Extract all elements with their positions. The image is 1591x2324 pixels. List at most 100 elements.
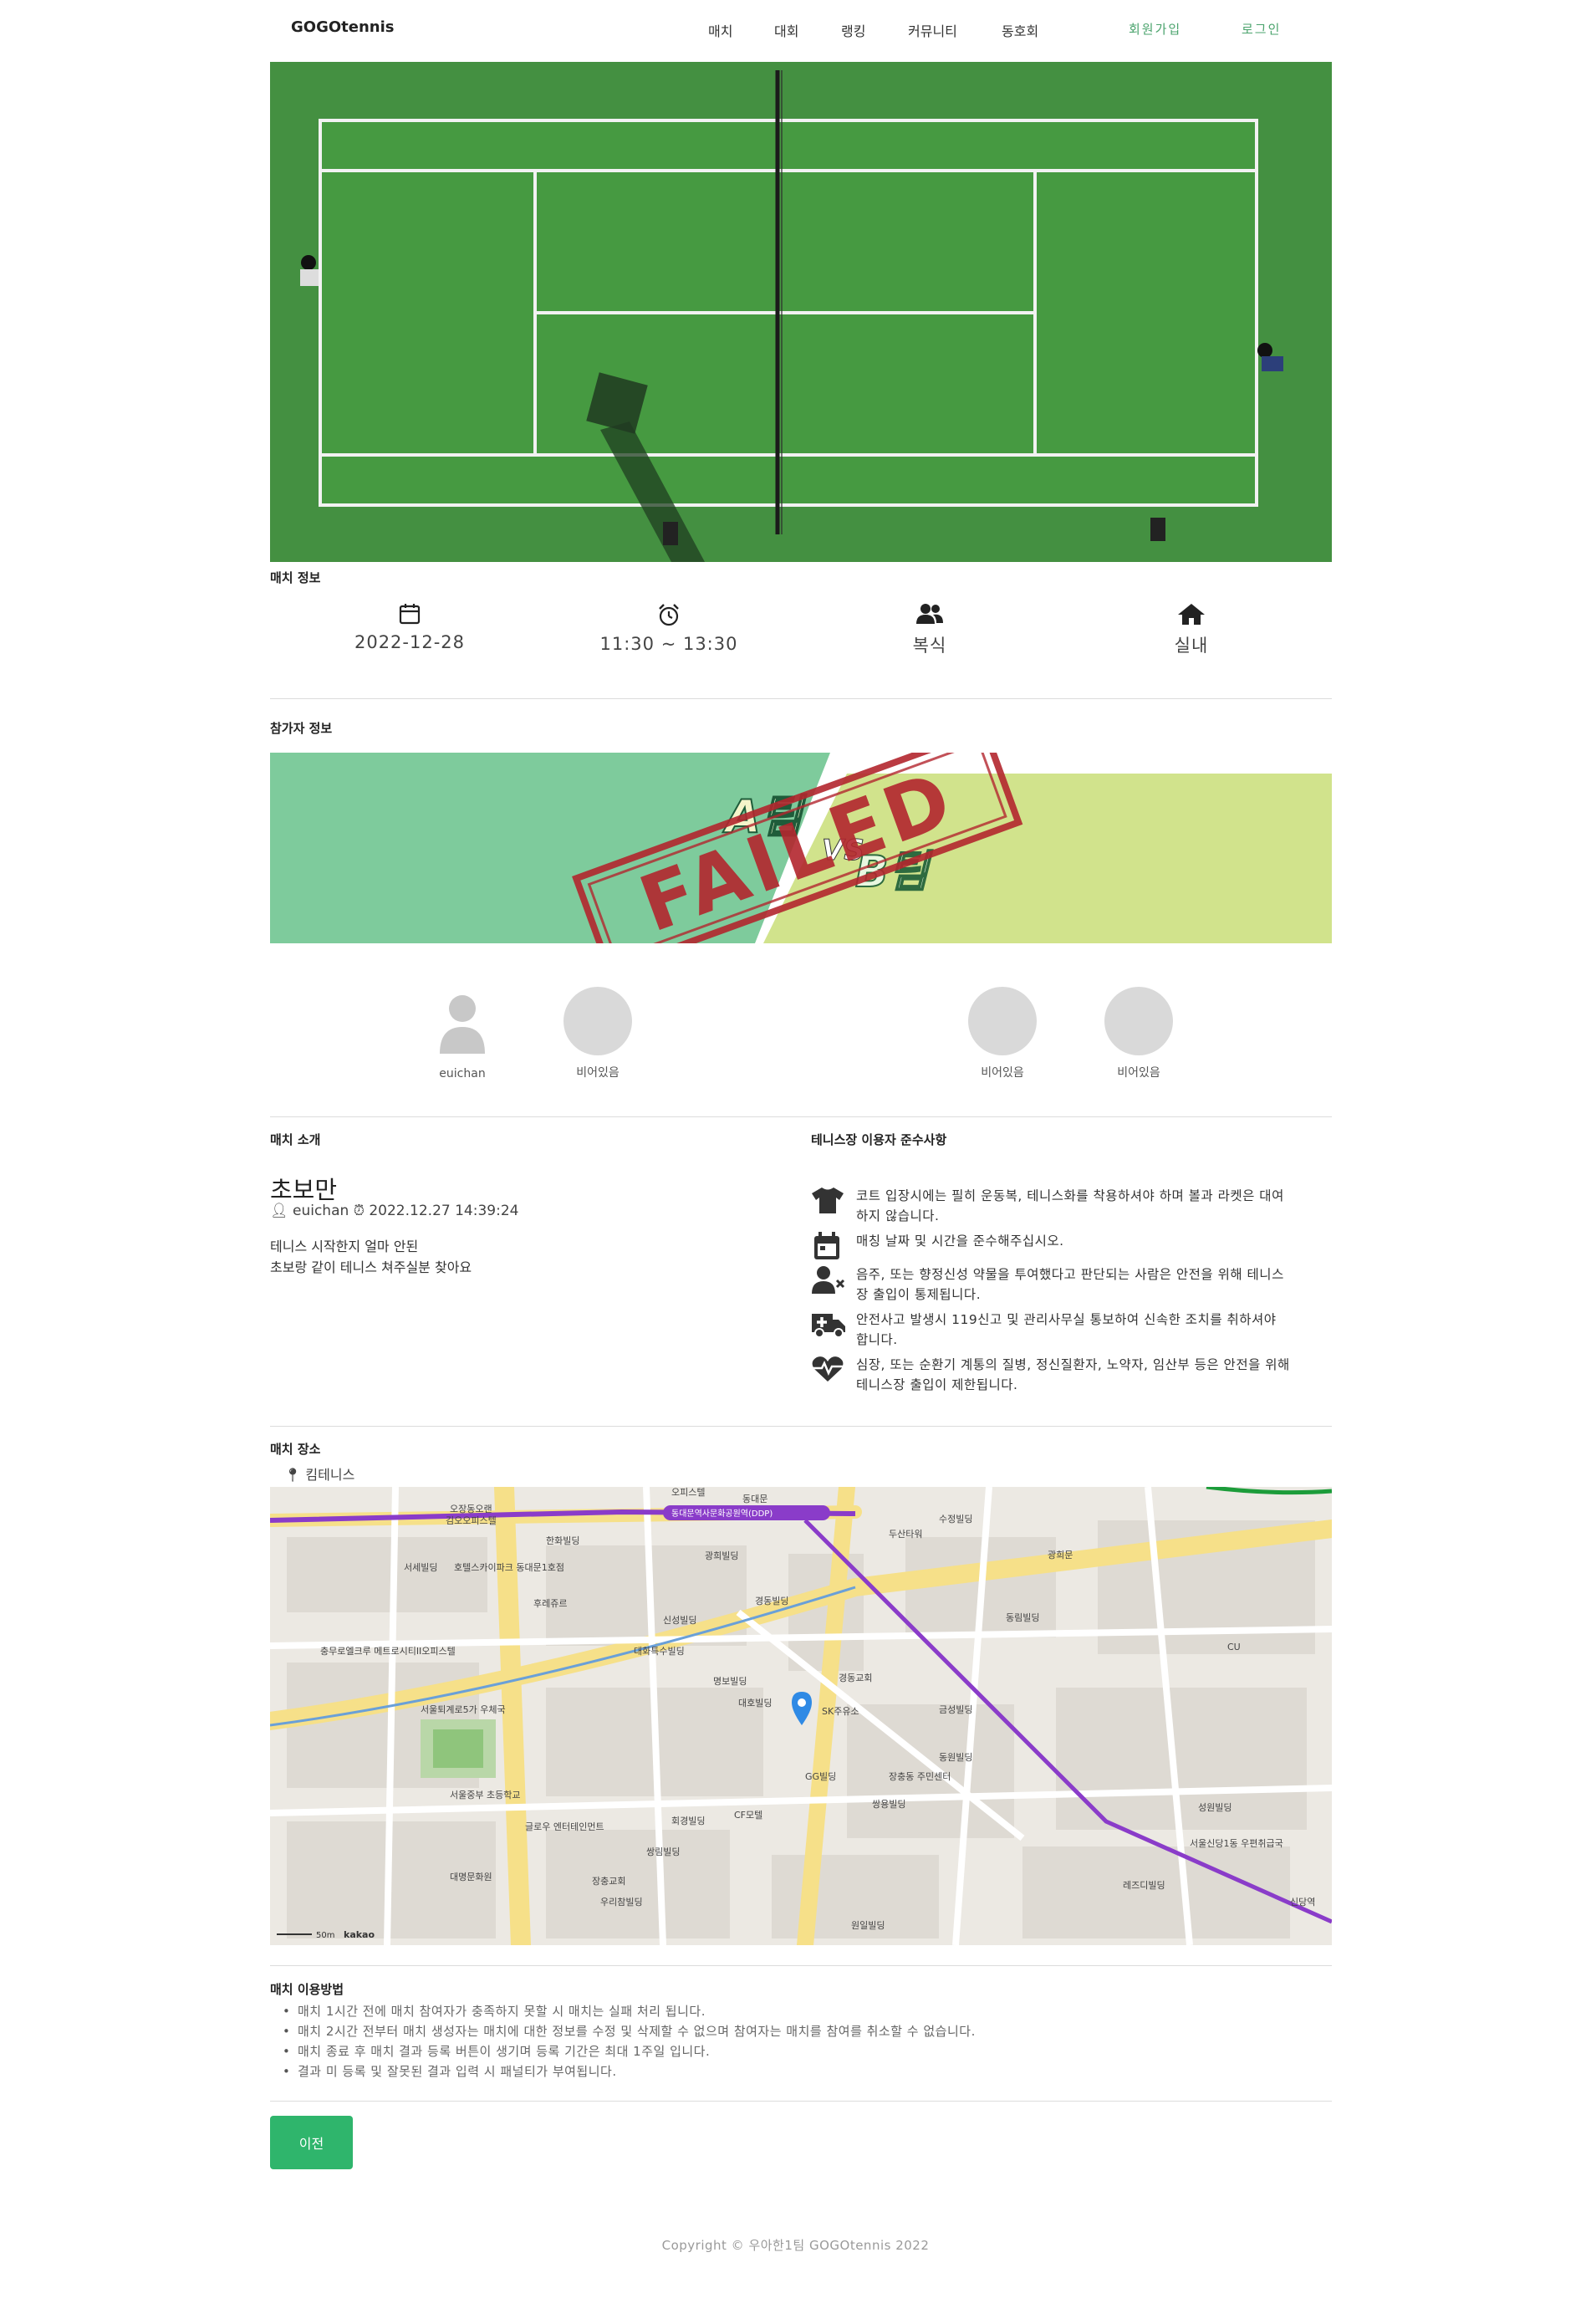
- map-label: CU: [1227, 1642, 1241, 1652]
- map-label: 서울중부 초등학교: [450, 1790, 520, 1800]
- calendar-icon: [814, 1232, 839, 1259]
- nav-item-community[interactable]: 커뮤니티: [908, 20, 957, 40]
- intro-line: 테니스 시작한지 얼마 안된: [270, 1239, 419, 1254]
- venue-type: 실내: [1058, 602, 1325, 657]
- login-link[interactable]: 로그인: [1242, 20, 1281, 38]
- nav-item-match[interactable]: 매치: [708, 20, 732, 40]
- usage-item: 매치 2시간 전부터 매치 생성자는 매치에 대한 정보를 수정 및 삭제할 수…: [283, 2021, 976, 2041]
- station-label: 동대문역사문화공원역(DDP): [671, 1509, 773, 1519]
- map-label: SK주유소: [822, 1706, 859, 1717]
- match-type: 복식: [796, 602, 1063, 657]
- user-avatar-icon: [440, 995, 485, 1054]
- map-pin-icon: 📍︎: [284, 1467, 302, 1483]
- map-label: 한화빌딩: [546, 1535, 579, 1546]
- place-name-row: 📍︎ 킴테니스: [284, 1463, 354, 1484]
- users-icon: [916, 604, 943, 624]
- usage-title: 매치 이용방법: [270, 1982, 344, 1997]
- footer-copyright: Copyright © 우아한1팀 GOGOtennis 2022: [661, 2238, 930, 2253]
- map-label: 신당역: [1290, 1897, 1315, 1908]
- player-name: 비어있음: [1117, 1066, 1160, 1080]
- usage-item: 매치 종료 후 매치 결과 등록 버튼이 생기며 등록 기간은 최대 1주일 입…: [283, 2041, 976, 2061]
- map-label: 충무로엘크루 메트로시티II오피스텔: [320, 1646, 456, 1657]
- nav-item-club[interactable]: 동호회: [1002, 20, 1038, 40]
- map-label: 레즈디빌딩: [1123, 1880, 1165, 1891]
- player-name: euichan: [439, 1067, 486, 1080]
- player-slot[interactable]: 비어있음: [952, 987, 1053, 1080]
- signup-link[interactable]: 회원가입: [1129, 20, 1181, 38]
- map-label: 경동교회: [839, 1673, 872, 1683]
- map-label: 후레쥬르: [533, 1598, 567, 1609]
- usage-list: 매치 1시간 전에 매치 참여자가 충족하지 못할 시 매치는 실패 처리 됩니…: [283, 2001, 976, 2081]
- map-label: CF모텔: [734, 1810, 762, 1821]
- map-label: 동림빌딩: [1006, 1612, 1039, 1623]
- intro-body: 테니스 시작한지 얼마 안된 초보랑 같이 테니스 쳐주실분 찾아요: [270, 1236, 472, 1278]
- prev-button[interactable]: 이전: [270, 2116, 353, 2169]
- map-label: 회경빌딩: [671, 1816, 705, 1826]
- calendar-icon: [399, 604, 421, 625]
- match-date: 2022-12-28: [276, 602, 543, 652]
- usage-item: 결과 미 등록 및 잘못된 결과 입력 시 패널티가 부여됩니다.: [283, 2061, 976, 2081]
- map-label: GG빌딩: [805, 1771, 836, 1782]
- location-map[interactable]: 오장동오랜 김오오피스텔 동대문 한화빌딩 서세빌딩 호텔스카이파크 동대문1호…: [270, 1487, 1332, 1945]
- place-name: 킴테니스: [305, 1467, 355, 1483]
- brand-logo[interactable]: GOGOtennis: [291, 18, 394, 36]
- intro-line: 초보랑 같이 테니스 쳐주실분 찾아요: [270, 1259, 472, 1275]
- court-hero-image: [270, 62, 1332, 562]
- divider: [270, 1116, 1332, 1117]
- user-icon: 👤︎: [270, 1203, 288, 1219]
- map-label: 금성빌딩: [939, 1704, 972, 1715]
- match-time-value: 11:30 ~ 13:30: [599, 634, 738, 654]
- ambulance-icon: [812, 1314, 845, 1338]
- divider: [270, 2101, 1332, 2102]
- divider: [270, 1965, 1332, 1966]
- player-slot[interactable]: 비어있음: [548, 987, 648, 1080]
- map-label: 명보빌딩: [713, 1676, 747, 1687]
- map-label: 동원빌딩: [939, 1752, 972, 1763]
- nav-item-ranking[interactable]: 랭킹: [841, 20, 865, 40]
- player-slot[interactable]: euichan: [412, 987, 512, 1080]
- map-label: 호텔스카이파크 동대문1호점: [454, 1562, 564, 1573]
- player-slot[interactable]: 비어있음: [1089, 987, 1189, 1080]
- intro-meta: 👤︎ euichan ⏰︎ 2022.12.27 14:39:24: [270, 1203, 518, 1219]
- map-label: 장충교회: [592, 1876, 625, 1887]
- map-label: 우리참빌딩: [600, 1897, 643, 1908]
- map-label: 대화특수빌딩: [634, 1646, 685, 1657]
- rule-text: 코트 입장시에는 필히 운동복, 테니스화를 착용하셔야 하며 볼과 라켓은 대…: [856, 1188, 1284, 1223]
- match-info-title: 매치 정보: [270, 570, 321, 585]
- place-title: 매치 장소: [270, 1442, 321, 1457]
- map-label: 서울퇴계로5가 우체국: [421, 1704, 506, 1715]
- map-label: 오피스텔: [671, 1487, 705, 1498]
- map-label: 신성빌딩: [663, 1615, 696, 1626]
- map-label: 원일빌딩: [851, 1919, 885, 1931]
- match-type-value: 복식: [912, 636, 947, 656]
- map-label: 글로우 엔터테인먼트: [525, 1821, 604, 1832]
- map-label: 동대문: [742, 1494, 767, 1504]
- map-label: 대호빌딩: [738, 1698, 772, 1709]
- usage-item: 매치 1시간 전에 매치 참여자가 충족하지 못할 시 매치는 실패 처리 됩니…: [283, 2001, 976, 2021]
- map-label: 수정빌딩: [939, 1514, 972, 1525]
- map-label: 김오오피스텔: [446, 1515, 497, 1526]
- intro-heading: 초보만: [270, 1176, 338, 1204]
- map-brand: kakao: [344, 1929, 375, 1940]
- divider: [270, 698, 1332, 699]
- participants-title: 참가자 정보: [270, 721, 333, 736]
- map-label: 광희빌딩: [705, 1550, 738, 1561]
- player-name: 비어있음: [576, 1066, 620, 1080]
- intro-datetime: 2022.12.27 14:39:24: [369, 1203, 519, 1219]
- map-label: 경동빌딩: [755, 1596, 788, 1606]
- divider: [270, 1426, 1332, 1427]
- player-name: 비어있음: [981, 1066, 1024, 1080]
- match-time: 11:30 ~ 13:30: [535, 602, 803, 654]
- rule-text: 안전사고 발생시 119신고 및 관리사무실 통보하여 신속한 조치를 취하셔야…: [856, 1312, 1277, 1347]
- empty-avatar: [1104, 987, 1173, 1055]
- map-label: 오장동오랜: [450, 1504, 492, 1514]
- map-label: 서세빌딩: [404, 1562, 437, 1573]
- shirt-icon: [812, 1188, 844, 1213]
- map-label: 대명문화원: [450, 1872, 492, 1882]
- map-label: 성원빌딩: [1198, 1802, 1231, 1813]
- map-label: 쌍림빌딩: [646, 1846, 680, 1857]
- rule-text: 매칭 날짜 및 시간을 준수해주십시오.: [856, 1234, 1064, 1249]
- map-label: 서울신당1동 우편취급국: [1190, 1838, 1283, 1849]
- venue-type-value: 실내: [1174, 636, 1209, 656]
- nav-item-tournament[interactable]: 대회: [774, 20, 798, 40]
